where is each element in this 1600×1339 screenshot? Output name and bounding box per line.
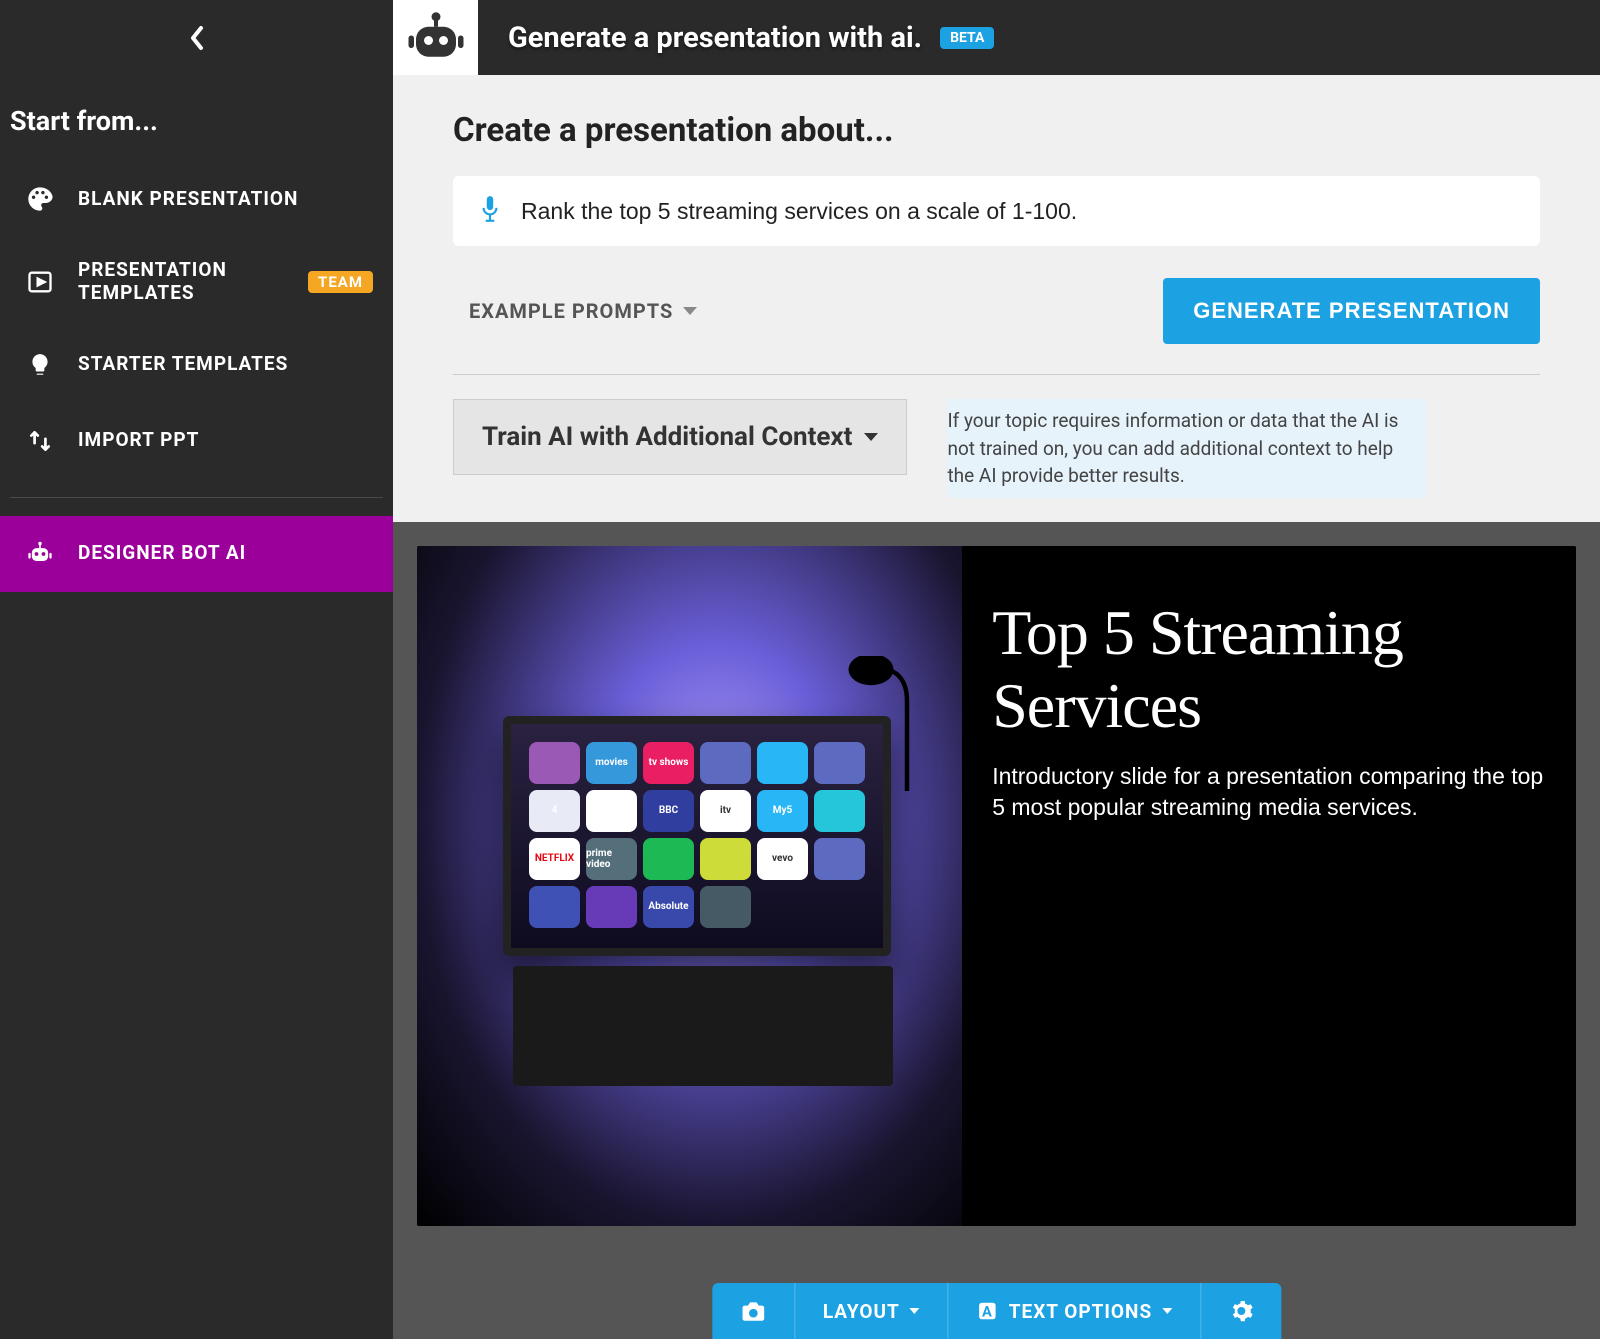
tv-tile: My5 [757, 790, 808, 832]
slide-toolbar: LAYOUT A TEXT OPTIONS [712, 1283, 1281, 1339]
camera-icon [740, 1300, 766, 1322]
slide-subtitle: Introductory slide for a presentation co… [992, 761, 1546, 823]
sidebar-item-label: STARTER TEMPLATES [78, 353, 288, 376]
tv-tile: tv shows [643, 742, 694, 784]
beta-badge: BETA [940, 27, 994, 49]
tv-tile [586, 790, 637, 832]
sidebar-item-presentation-templates[interactable]: PRESENTATION TEMPLATES TEAM [0, 237, 393, 327]
lightbulb-icon [24, 349, 56, 381]
example-prompts-dropdown[interactable]: EXAMPLE PROMPTS [453, 291, 713, 331]
train-context-label: Train AI with Additional Context [482, 422, 852, 452]
tv-tile [814, 790, 865, 832]
context-help-text: If your topic requires information or da… [947, 399, 1427, 498]
main: Generate a presentation with ai. BETA Cr… [393, 0, 1600, 1339]
tv-tile: Absolute [643, 886, 694, 928]
sidebar-item-label: IMPORT PPT [78, 429, 199, 452]
slide-text-area: Top 5 Streaming Services Introductory sl… [962, 546, 1576, 1226]
layout-label: LAYOUT [823, 1300, 900, 1323]
tv-tile: NETFLIX [529, 838, 580, 880]
tv-tile: BBC [643, 790, 694, 832]
sidebar-top [0, 0, 393, 75]
gear-icon [1229, 1299, 1253, 1323]
tv-graphic: movies tv shows 4 BBC itv My5 NETFLIX [503, 716, 891, 956]
chevron-down-icon [1162, 1308, 1172, 1314]
robot-avatar [393, 0, 478, 75]
prompt-box [453, 176, 1540, 246]
slide-image: movies tv shows 4 BBC itv My5 NETFLIX [417, 546, 962, 1226]
tv-tile: itv [700, 790, 751, 832]
robot-icon [24, 538, 56, 570]
form-area: Create a presentation about... EXAMPLE P… [393, 75, 1600, 522]
text-options-dropdown[interactable]: A TEXT OPTIONS [949, 1283, 1201, 1339]
text-icon: A [977, 1300, 999, 1322]
separator [453, 374, 1540, 375]
tv-tile [814, 742, 865, 784]
tv-tile [586, 886, 637, 928]
layout-dropdown[interactable]: LAYOUT [795, 1283, 949, 1339]
chevron-down-icon [864, 433, 878, 441]
tv-tile: movies [586, 742, 637, 784]
chevron-left-icon [187, 24, 207, 52]
sidebar-item-label: BLANK PRESENTATION [78, 188, 298, 211]
prompt-input[interactable] [521, 198, 1516, 225]
topbar: Generate a presentation with ai. BETA [393, 0, 1600, 75]
settings-button[interactable] [1201, 1283, 1281, 1339]
train-ai-context-dropdown[interactable]: Train AI with Additional Context [453, 399, 907, 475]
chevron-down-icon [683, 307, 697, 315]
sidebar-item-designer-bot-ai[interactable]: DESIGNER BOT AI [0, 516, 393, 592]
sidebar-item-label: PRESENTATION TEMPLATES [78, 259, 258, 305]
slide-preview[interactable]: movies tv shows 4 BBC itv My5 NETFLIX [417, 546, 1576, 1226]
tv-tile: vevo [757, 838, 808, 880]
text-options-label: TEXT OPTIONS [1009, 1300, 1152, 1323]
form-heading: Create a presentation about... [453, 111, 1540, 150]
tv-tile [814, 838, 865, 880]
sidebar-item-label: DESIGNER BOT AI [78, 542, 246, 565]
microphone-icon[interactable] [477, 194, 503, 228]
sidebar-item-blank-presentation[interactable]: BLANK PRESENTATION [0, 161, 393, 237]
svg-text:A: A [982, 1303, 993, 1321]
camera-button[interactable] [712, 1283, 795, 1339]
tv-tile [529, 886, 580, 928]
tv-tile [700, 886, 751, 928]
tv-tile: prime video [586, 838, 637, 880]
example-prompts-label: EXAMPLE PROMPTS [469, 299, 673, 323]
tv-tile [529, 742, 580, 784]
sidebar-heading: Start from... [0, 75, 393, 161]
tv-tile [757, 742, 808, 784]
robot-icon [406, 10, 466, 66]
import-icon [24, 425, 56, 457]
team-badge: TEAM [308, 271, 373, 293]
chevron-down-icon [910, 1308, 920, 1314]
generate-presentation-button[interactable]: GENERATE PRESENTATION [1163, 278, 1540, 344]
tv-stand-graphic [513, 966, 893, 1086]
page-title: Generate a presentation with ai. [508, 21, 922, 55]
slide-preview-area: movies tv shows 4 BBC itv My5 NETFLIX [393, 522, 1600, 1339]
sidebar-separator [10, 497, 383, 498]
palette-icon [24, 183, 56, 215]
slide-title: Top 5 Streaming Services [992, 596, 1546, 743]
sidebar-item-starter-templates[interactable]: STARTER TEMPLATES [0, 327, 393, 403]
tv-tile [700, 838, 751, 880]
sidebar-item-import-ppt[interactable]: IMPORT PPT [0, 403, 393, 479]
play-slide-icon [24, 266, 56, 298]
tv-tile [643, 838, 694, 880]
tv-tile: 4 [529, 790, 580, 832]
back-button[interactable] [177, 18, 217, 58]
tv-tile [700, 742, 751, 784]
sidebar: Start from... BLANK PRESENTATION PRESENT… [0, 0, 393, 1339]
